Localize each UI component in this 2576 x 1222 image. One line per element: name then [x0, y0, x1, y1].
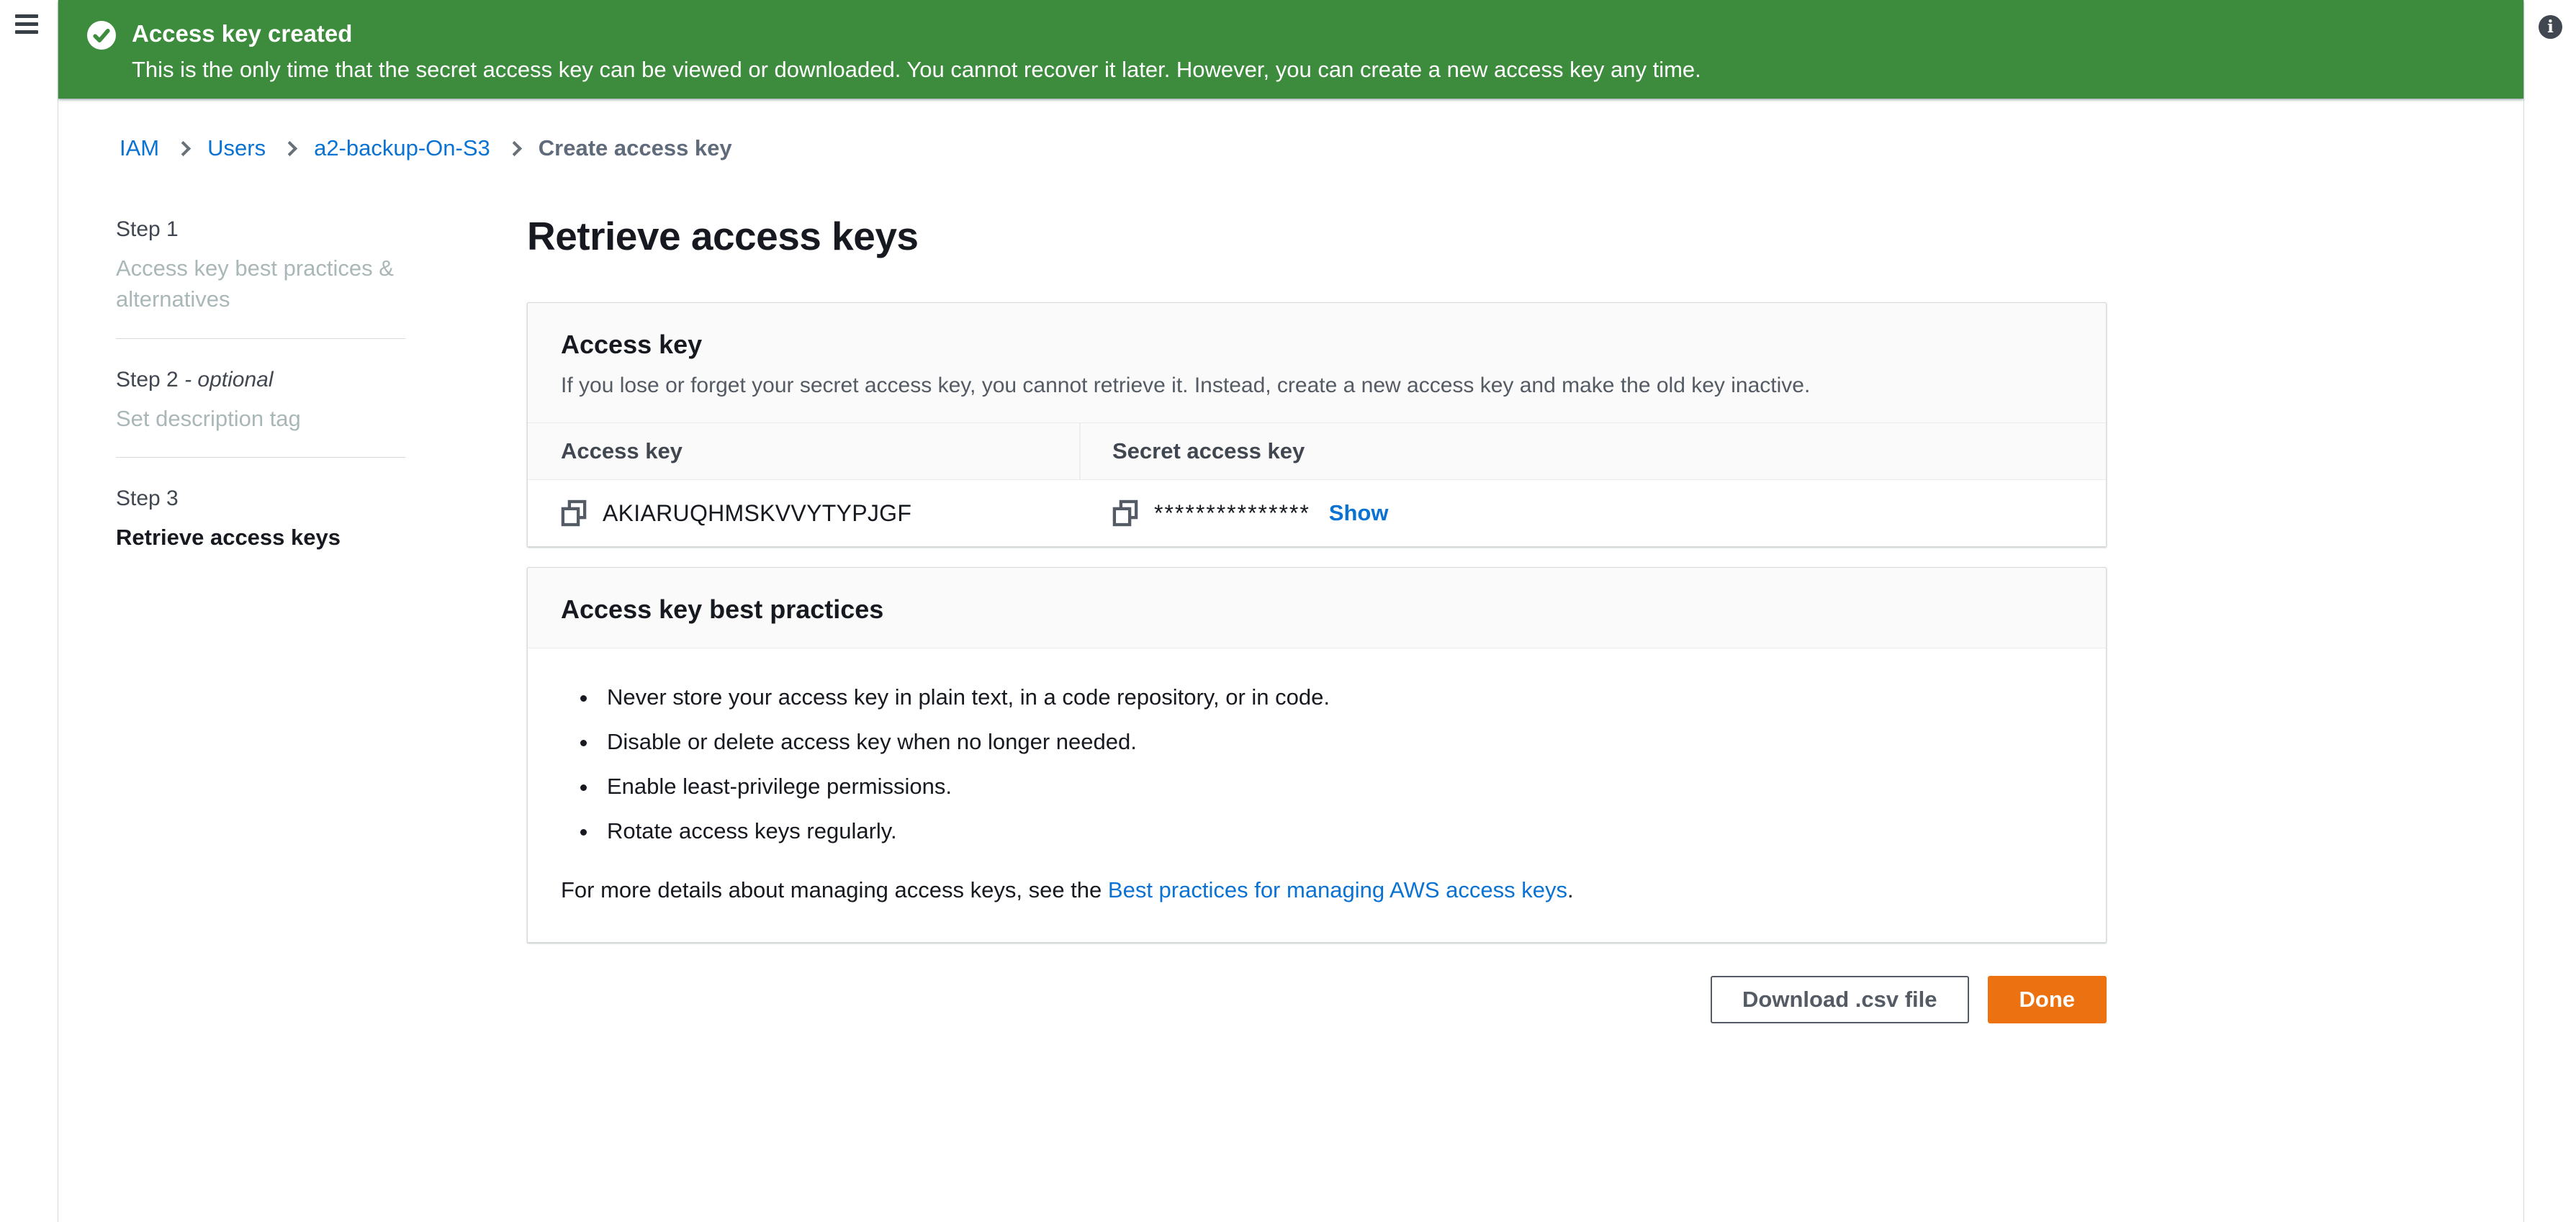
step-item-1[interactable]: Step 1 Access key best practices & alter… [116, 217, 433, 315]
chevron-right-icon [507, 140, 522, 155]
table-header: Access key Secret access key [528, 423, 2106, 480]
chevron-right-icon [282, 140, 297, 155]
footer-text: . [1567, 877, 1574, 902]
done-button[interactable]: Done [1988, 976, 2107, 1023]
steps-nav: Step 1 Access key best practices & alter… [116, 217, 433, 553]
info-glyph: i [2547, 19, 2554, 35]
breadcrumb-item-iam[interactable]: IAM [120, 135, 159, 161]
download-csv-button[interactable]: Download .csv file [1711, 976, 1968, 1023]
divider [116, 457, 405, 458]
success-banner: Access key created This is the only time… [58, 0, 2523, 99]
hamburger-bar [15, 14, 38, 18]
main-content: Retrieve access keys Access key If you l… [527, 213, 2107, 1023]
list-item: Enable least-privilege permissions. [598, 771, 2073, 802]
breadcrumb-item-users[interactable]: Users [207, 135, 266, 161]
secret-access-key-masked: *************** [1154, 500, 1310, 527]
step-title: Set description tag [116, 404, 433, 435]
info-icon[interactable]: i [2539, 15, 2562, 39]
best-practices-card-header: Access key best practices [528, 568, 2106, 648]
footer-text: For more details about managing access k… [561, 877, 1108, 902]
hamburger-bar [15, 22, 38, 26]
step-number: Step 1 [116, 217, 433, 242]
list-item: Rotate access keys regularly. [598, 815, 2073, 847]
hamburger-menu-icon[interactable] [15, 14, 38, 34]
column-header-secret-access-key: Secret access key [1079, 423, 2106, 479]
best-practices-list: Never store your access key in plain tex… [561, 682, 2073, 847]
breadcrumb: IAM Users a2-backup-On-S3 Create access … [120, 135, 732, 161]
access-key-cell: AKIARUQHMSKVVYTYPJGF [528, 480, 1079, 546]
best-practices-body: Never store your access key in plain tex… [528, 648, 2106, 941]
check-circle-icon [87, 21, 116, 50]
copy-icon[interactable] [561, 499, 587, 527]
actions-bar: Download .csv file Done [527, 976, 2107, 1023]
list-item: Disable or delete access key when no lon… [598, 726, 2073, 758]
hamburger-bar [15, 30, 38, 34]
step-title: Access key best practices & alternatives [116, 253, 433, 315]
best-practices-card: Access key best practices Never store yo… [527, 567, 2107, 943]
column-header-access-key: Access key [528, 423, 1079, 479]
table-row: AKIARUQHMSKVVYTYPJGF *************** Sho… [528, 480, 2106, 546]
list-item: Never store your access key in plain tex… [598, 682, 2073, 713]
step-item-2[interactable]: Step 2 - optional Set description tag [116, 368, 433, 435]
show-secret-link[interactable]: Show [1329, 500, 1389, 526]
access-key-card: Access key If you lose or forget your se… [527, 302, 2107, 547]
screen: i Access key created This is the only ti… [0, 0, 2576, 1222]
step-number: Step 2 - optional [116, 368, 433, 392]
divider [116, 338, 405, 339]
banner-message: This is the only time that the secret ac… [132, 55, 1701, 84]
access-key-card-description: If you lose or forget your secret access… [561, 371, 2073, 399]
access-key-card-title: Access key [561, 329, 2073, 360]
secret-access-key-cell: *************** Show [1079, 480, 2106, 546]
step-item-3[interactable]: Step 3 Retrieve access keys [116, 486, 433, 553]
banner-text: Access key created This is the only time… [132, 19, 1701, 84]
best-practices-card-title: Access key best practices [561, 594, 2073, 625]
banner-title: Access key created [132, 19, 1701, 48]
chevron-right-icon [176, 140, 191, 155]
best-practices-link[interactable]: Best practices for managing AWS access k… [1108, 877, 1567, 902]
best-practices-footer: For more details about managing access k… [561, 874, 2073, 905]
step-number: Step 3 [116, 486, 433, 511]
page-title: Retrieve access keys [527, 213, 2107, 259]
copy-icon[interactable] [1112, 499, 1138, 527]
step-title: Retrieve access keys [116, 522, 433, 553]
breadcrumb-item-user-name[interactable]: a2-backup-On-S3 [314, 135, 490, 161]
breadcrumb-item-current: Create access key [539, 135, 732, 161]
content-panel: Access key created This is the only time… [58, 0, 2524, 1222]
access-key-value: AKIARUQHMSKVVYTYPJGF [603, 500, 911, 527]
access-key-card-header: Access key If you lose or forget your se… [528, 303, 2106, 423]
